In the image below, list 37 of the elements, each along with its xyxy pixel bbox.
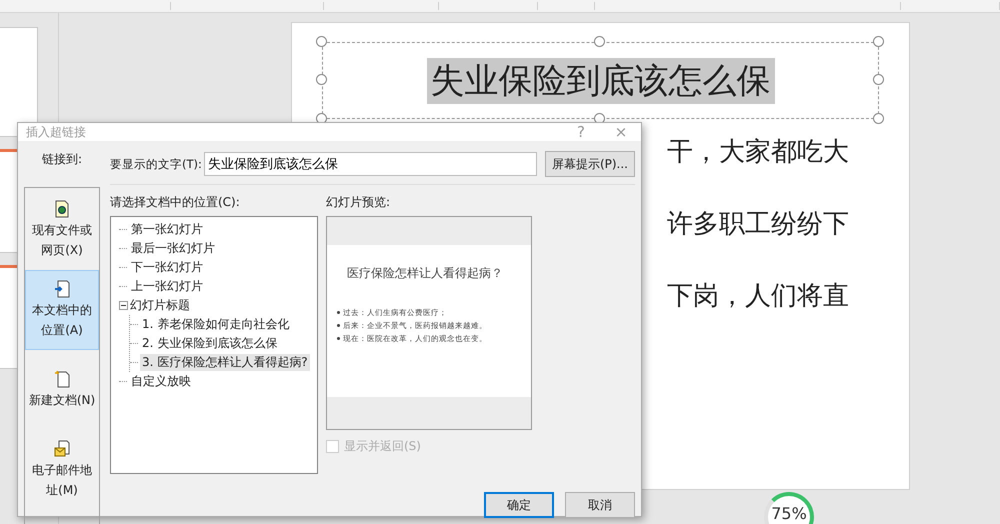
preview-title: 医疗保险怎样让人看得起病？ — [347, 265, 504, 282]
tree-item[interactable]: 自定义放映 — [129, 373, 193, 390]
place-label: 请选择文档中的位置(C): — [110, 194, 241, 211]
link-target-item[interactable]: 电子邮件地址(M) — [25, 430, 99, 510]
envelope-icon — [54, 440, 70, 458]
zoom-badge: 75% — [764, 492, 814, 524]
bullet-icon — [337, 324, 340, 327]
tree-item[interactable]: 2. 失业保险到底该怎么保 — [140, 335, 280, 352]
cancel-button[interactable]: 取消 — [565, 492, 635, 518]
document-arrow-icon — [54, 280, 70, 298]
new-document-icon — [54, 370, 70, 388]
tree-item[interactable]: 3. 医疗保险怎样让人看得起病? — [140, 354, 310, 371]
dialog-title: 插入超链接 — [26, 124, 87, 140]
bullet-icon — [337, 311, 340, 314]
slide-title: 失业保险到底该怎么保 — [426, 58, 774, 104]
ok-button[interactable]: 确定 — [484, 492, 554, 518]
link-to-label: 链接到: — [42, 151, 82, 168]
body-text: 下岗，人们将直 — [667, 280, 849, 313]
document-globe-icon — [54, 200, 70, 218]
slide-thumbnail[interactable] — [0, 27, 38, 137]
bullet-icon — [337, 337, 340, 340]
preview-label: 幻灯片预览: — [326, 194, 392, 211]
screentip-button[interactable]: 屏幕提示(P)... — [544, 151, 635, 177]
display-text-label: 要显示的文字(T): — [110, 156, 202, 172]
tree-item[interactable]: 下一张幻灯片 — [129, 259, 205, 276]
tree-item[interactable]: 上一张幻灯片 — [129, 278, 205, 295]
display-text-field[interactable]: 失业保险到底该怎么保 — [204, 152, 537, 176]
collapse-toggle-icon[interactable] — [119, 301, 128, 310]
body-text: 干，大家都吃大 — [667, 136, 849, 169]
link-target-item[interactable]: 新建文档(N) — [25, 350, 99, 430]
link-target-item[interactable]: 本文档中的位置(A) — [25, 270, 99, 350]
link-target-item[interactable]: 现有文件或网页(X) — [25, 190, 99, 270]
tree-item[interactable]: 第一张幻灯片 — [129, 221, 205, 238]
tree-item[interactable]: 最后一张幻灯片 — [129, 240, 217, 257]
body-text: 许多职工纷纷下 — [667, 208, 849, 241]
tree-item[interactable]: 幻灯片标题 — [128, 297, 192, 314]
tree-item[interactable]: 1. 养老保险如何走向社会化 — [140, 316, 292, 333]
